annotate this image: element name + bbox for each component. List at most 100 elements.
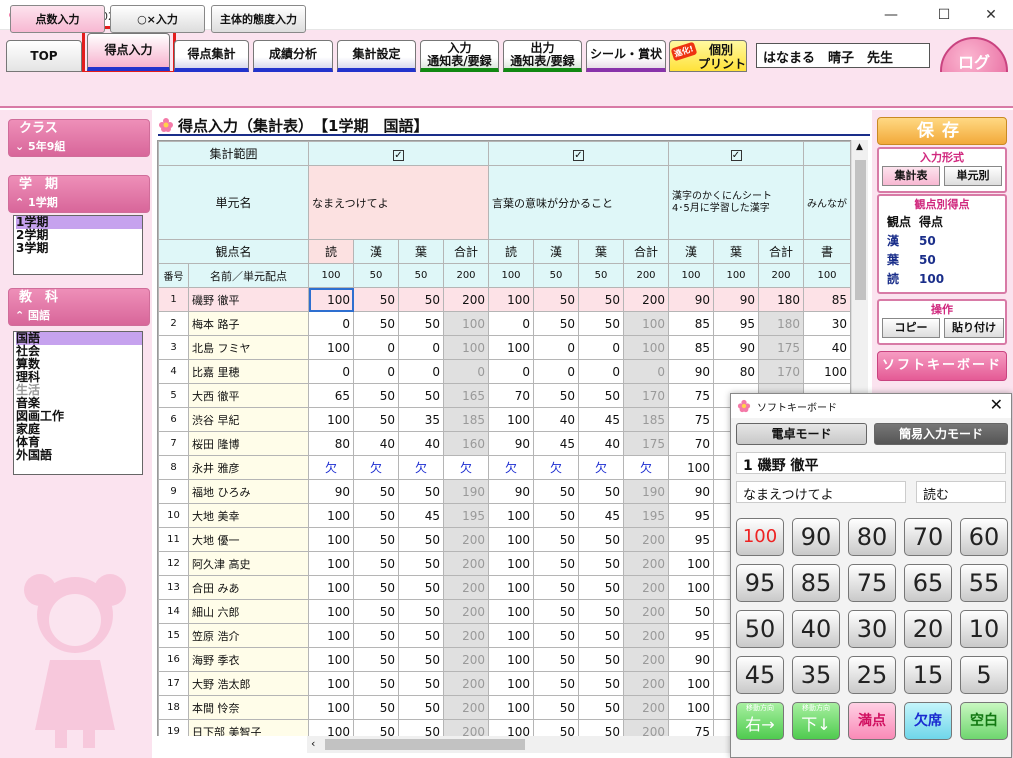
score-cell[interactable]: 50	[533, 599, 579, 624]
number-key[interactable]: 50	[736, 610, 784, 648]
score-cell[interactable]: 50	[578, 551, 624, 576]
score-cell[interactable]: 50	[398, 551, 444, 576]
number-key[interactable]: 95	[736, 564, 784, 602]
score-cell[interactable]: 50	[398, 575, 444, 600]
tab-input-report[interactable]: 入力 通知表/要録	[420, 40, 499, 72]
scroll-up-icon[interactable]: ▲	[856, 142, 863, 152]
score-cell[interactable]: 0	[488, 311, 534, 336]
score-cell[interactable]: 50	[398, 647, 444, 672]
score-cell[interactable]: 95	[668, 623, 714, 648]
score-cell[interactable]: 欠	[398, 455, 444, 480]
score-cell[interactable]: 50	[578, 311, 624, 336]
score-cell[interactable]: 50	[533, 479, 579, 504]
move-down-key[interactable]: 移動方向 下↓	[792, 702, 840, 740]
number-key[interactable]: 85	[792, 564, 840, 602]
score-cell[interactable]: 100	[308, 335, 354, 360]
score-cell[interactable]: 50	[353, 575, 399, 600]
score-cell[interactable]: 欠	[353, 455, 399, 480]
score-cell[interactable]: 100	[488, 575, 534, 600]
score-cell[interactable]: 90	[668, 647, 714, 672]
score-cell[interactable]: 100	[488, 623, 534, 648]
score-cell[interactable]: 100	[668, 551, 714, 576]
score-cell[interactable]: 90	[668, 287, 714, 312]
score-cell[interactable]: 95	[668, 527, 714, 552]
score-cell[interactable]: 80	[713, 359, 759, 384]
score-cell[interactable]: 100	[668, 695, 714, 720]
score-cell[interactable]: 100	[488, 647, 534, 672]
score-cell[interactable]: 0	[533, 359, 579, 384]
table-row[interactable]: 4 比嘉 里穂 0 0 0 0 0 0 0 0 90 80 170 100	[158, 359, 851, 384]
score-cell[interactable]: 100	[308, 575, 354, 600]
score-cell[interactable]: 40	[353, 431, 399, 456]
subtab-ox[interactable]: ○×入力	[110, 5, 205, 33]
score-cell[interactable]: 50	[578, 527, 624, 552]
checkbox-icon[interactable]: ✓	[393, 149, 404, 161]
score-cell[interactable]: 欠	[488, 455, 534, 480]
number-key[interactable]: 55	[960, 564, 1008, 602]
score-cell[interactable]: 100	[488, 599, 534, 624]
simple-mode-button[interactable]: 簡易入力モード	[874, 423, 1008, 445]
score-cell[interactable]: 50	[353, 599, 399, 624]
score-cell[interactable]: 100	[488, 551, 534, 576]
score-cell[interactable]: 欠	[308, 455, 354, 480]
score-cell[interactable]: 50	[398, 599, 444, 624]
score-cell[interactable]: 45	[533, 431, 579, 456]
term-list[interactable]: 1学期 2学期 3学期	[13, 215, 143, 275]
score-cell[interactable]: 50	[533, 503, 579, 528]
score-cell[interactable]: 0	[398, 359, 444, 384]
score-cell[interactable]: 50	[578, 599, 624, 624]
full-score-key[interactable]: 満点	[848, 702, 896, 740]
score-cell[interactable]: 30	[803, 311, 851, 336]
score-cell[interactable]: 90	[488, 431, 534, 456]
subtab-attitude[interactable]: 主体的態度入力	[211, 5, 306, 33]
score-cell[interactable]: 50	[578, 623, 624, 648]
score-cell[interactable]: 100	[488, 287, 534, 312]
maximize-button[interactable]: ☐	[933, 4, 955, 26]
score-cell[interactable]: 50	[533, 695, 579, 720]
score-cell[interactable]: 70	[488, 383, 534, 408]
score-cell[interactable]: 95	[668, 503, 714, 528]
score-cell[interactable]: 50	[533, 647, 579, 672]
score-cell[interactable]: 50	[353, 551, 399, 576]
number-key[interactable]: 45	[736, 656, 784, 694]
score-cell[interactable]: 0	[353, 359, 399, 384]
scroll-left-icon[interactable]: ‹	[311, 737, 315, 750]
score-cell[interactable]: 75	[668, 407, 714, 432]
score-cell[interactable]: 90	[488, 479, 534, 504]
horizontal-scrollbar[interactable]: ‹	[307, 736, 730, 753]
score-cell[interactable]: 0	[578, 359, 624, 384]
table-row[interactable]: 3 北島 フミヤ 100 0 0 100 100 0 0 100 85 90 175 40	[158, 335, 851, 360]
table-row[interactable]: 2 梅本 路子 0 50 50 100 0 50 50 100 85 95 180 30	[158, 311, 851, 336]
score-cell[interactable]: 90	[713, 335, 759, 360]
score-cell[interactable]: 40	[398, 431, 444, 456]
range-check[interactable]: ✓	[308, 141, 489, 166]
class-value[interactable]: ⌄ 5年9組	[9, 138, 149, 156]
score-cell[interactable]: 90	[668, 359, 714, 384]
score-cell[interactable]: 50	[353, 719, 399, 736]
score-cell[interactable]: 欠	[533, 455, 579, 480]
scroll-thumb[interactable]	[855, 160, 866, 300]
tab-score-total[interactable]: 得点集計	[174, 40, 249, 72]
number-key[interactable]: 75	[848, 564, 896, 602]
score-cell[interactable]: 50	[353, 407, 399, 432]
number-key[interactable]: 10	[960, 610, 1008, 648]
score-cell[interactable]: 50	[533, 575, 579, 600]
range-check[interactable]: ✓	[488, 141, 669, 166]
score-cell[interactable]: 50	[533, 671, 579, 696]
score-cell[interactable]: 100	[488, 407, 534, 432]
paste-button[interactable]: 貼り付け	[944, 318, 1004, 338]
calc-mode-button[interactable]: 電卓モード	[736, 423, 867, 445]
score-cell[interactable]: 100	[488, 527, 534, 552]
score-cell[interactable]: 50	[398, 287, 444, 312]
score-cell[interactable]: 50	[353, 623, 399, 648]
score-cell[interactable]: 50	[533, 551, 579, 576]
score-cell[interactable]: 100	[308, 503, 354, 528]
minimize-button[interactable]: —	[880, 4, 902, 26]
score-cell[interactable]: 90	[308, 479, 354, 504]
score-cell[interactable]: 95	[713, 311, 759, 336]
number-key[interactable]: 90	[792, 518, 840, 556]
score-cell[interactable]: 50	[353, 503, 399, 528]
score-cell[interactable]: 50	[398, 695, 444, 720]
term-section[interactable]: 学 期 ⌃ 1学期	[8, 175, 150, 213]
number-key[interactable]: 20	[904, 610, 952, 648]
